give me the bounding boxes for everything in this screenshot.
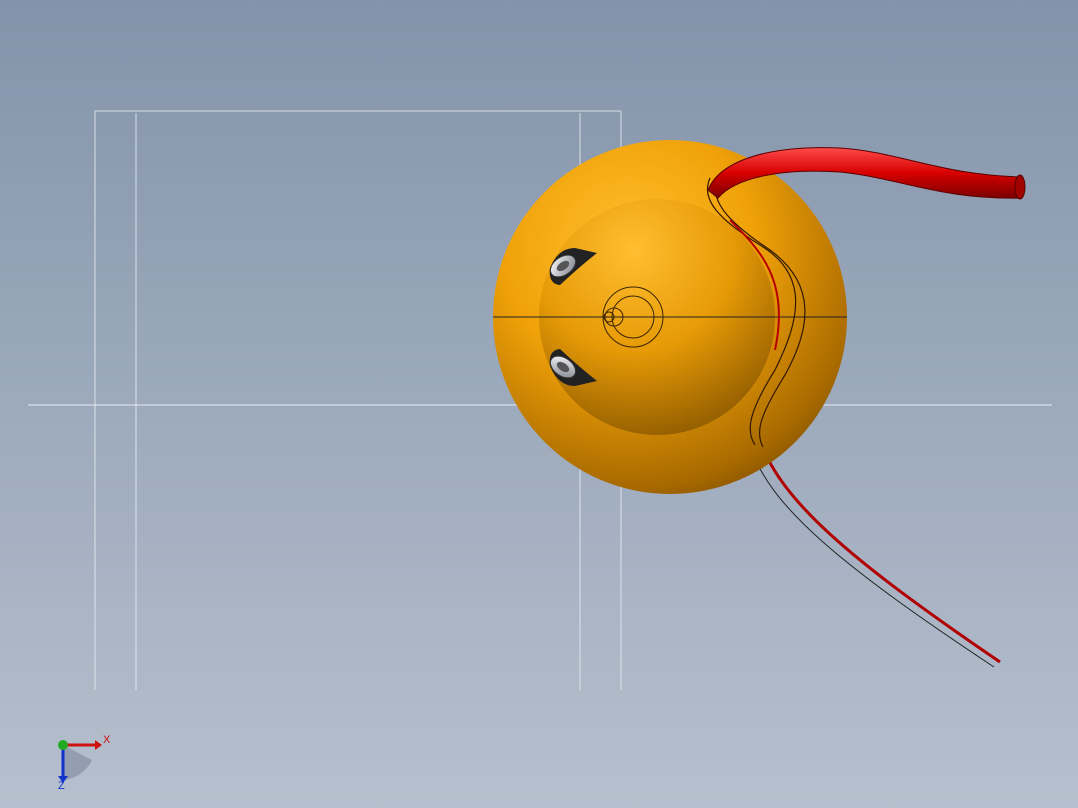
z-axis-label: Z	[58, 780, 65, 792]
x-axis-label: X	[103, 734, 111, 746]
cad-graphics-viewport[interactable]: X Z	[0, 0, 1078, 808]
y-axis-point	[58, 740, 68, 750]
x-axis-arrowhead	[95, 740, 102, 750]
thin-wire	[749, 439, 1001, 668]
coordinate-triad[interactable]: X Z	[58, 734, 111, 792]
